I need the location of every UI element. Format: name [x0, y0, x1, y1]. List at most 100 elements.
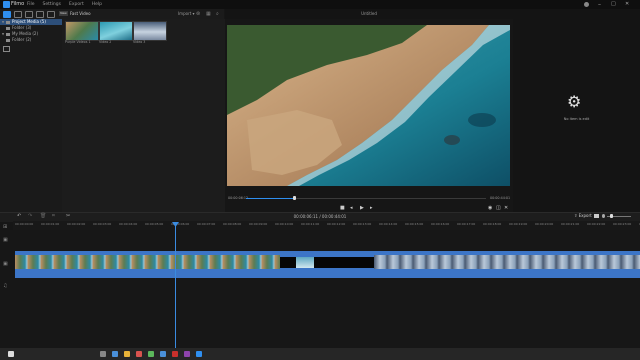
effects-tab-icon[interactable]	[36, 11, 44, 18]
ruler-tick-label: 00:00:07:00	[197, 222, 216, 226]
ruler-tick-label: 00:00:00:00	[15, 222, 34, 226]
media-tab-icon[interactable]	[3, 11, 11, 18]
filter-icon[interactable]: ⊜	[196, 11, 200, 17]
preview-progress-fill	[246, 198, 294, 199]
import-dropdown[interactable]: Import ▾	[178, 10, 195, 18]
menu-export[interactable]: Export	[69, 0, 84, 9]
ruler-tick-label: 00:00:23:00	[613, 222, 632, 226]
taskbar-app-icon[interactable]	[136, 351, 142, 357]
menu-bar: File Settings Export Help	[27, 0, 102, 9]
ruler-tick-label: 00:00:20:00	[535, 222, 554, 226]
timeline-timecode: 00:00:06:11 / 00:00:44:01	[293, 214, 347, 219]
timeline-tracks	[0, 230, 640, 348]
video-track-icon[interactable]: ▣	[3, 237, 8, 243]
search-icon[interactable]: ⌕	[216, 11, 219, 17]
audio-track-icon[interactable]: ♫	[3, 283, 7, 289]
next-frame-icon[interactable]: ▸	[370, 205, 373, 211]
ruler-tick-label: 00:00:11:00	[301, 222, 320, 226]
grid-view-icon[interactable]: ▦	[206, 11, 211, 17]
ruler-tick-label: 00:00:14:00	[379, 222, 398, 226]
total-time: 00:00:44:01	[490, 196, 511, 200]
close-button[interactable]: ✕	[625, 0, 629, 9]
track-settings-icon[interactable]: ⊞	[3, 224, 7, 230]
aerial-coast-frame	[227, 25, 510, 186]
ruler-tick-label: 00:00:03:00	[93, 222, 112, 226]
snapshot-icon[interactable]: ◫	[496, 205, 501, 211]
sidebar-item-label: Folder (3)	[12, 25, 32, 30]
audio-tab-icon[interactable]	[14, 11, 22, 18]
playhead[interactable]	[175, 224, 176, 348]
prev-frame-icon[interactable]: ◂	[350, 205, 353, 211]
no-item-message: No item is edit	[563, 117, 590, 121]
clip-2-thumb	[296, 257, 314, 268]
play-icon[interactable]: ▶	[360, 205, 364, 211]
menu-file[interactable]: File	[27, 0, 35, 9]
ruler-tick-label: 00:00:08:00	[223, 222, 242, 226]
import-label: Import	[178, 11, 192, 16]
zoom-out-icon[interactable]	[602, 214, 605, 218]
ruler-tick-label: 00:00:13:00	[353, 222, 372, 226]
taskbar-app-icon[interactable]	[100, 351, 106, 357]
new-badge: New	[59, 11, 68, 16]
maximize-button[interactable]: □	[611, 0, 616, 9]
clip-3-filmstrip[interactable]	[374, 255, 640, 269]
sidebar-item-folder-2[interactable]: Folder (2)	[0, 37, 62, 43]
clip-2-black[interactable]	[280, 257, 374, 268]
ruler-tick-label: 00:00:19:00	[509, 222, 528, 226]
ruler-tick-label: 00:00:12:00	[327, 222, 346, 226]
export-button[interactable]: ⇪ Export	[574, 213, 592, 218]
volume-icon[interactable]: ◉	[488, 205, 492, 211]
ruler-tick-label: 00:00:04:00	[119, 222, 138, 226]
media-thumb-2[interactable]	[99, 21, 133, 41]
folder-icon	[6, 20, 10, 24]
zoom-slider-knob[interactable]	[610, 214, 613, 218]
fast-video-label[interactable]: Fast Video	[70, 10, 91, 18]
main-track-icon[interactable]: ▣	[3, 261, 8, 267]
app-logo-icon	[3, 1, 10, 8]
taskbar-app-icon[interactable]	[196, 351, 202, 357]
menu-help[interactable]: Help	[92, 0, 102, 9]
fullscreen-icon[interactable]: ✕	[504, 205, 508, 211]
app-name: Filmo	[11, 1, 25, 7]
sidebar-item-label: Folder (2)	[12, 37, 32, 42]
add-folder-icon[interactable]	[3, 46, 10, 52]
video-preview[interactable]	[227, 25, 510, 186]
folder-icon	[6, 26, 10, 30]
folder-icon	[6, 38, 10, 42]
ruler-tick-label: 00:00:22:00	[587, 222, 606, 226]
user-avatar-icon[interactable]	[584, 2, 589, 7]
sidebar-item-label: Project Media (5)	[12, 19, 46, 24]
taskbar-app-icon[interactable]	[112, 351, 118, 357]
ruler-tick-label: 00:00:17:00	[457, 222, 476, 226]
media-thumb-1[interactable]	[65, 21, 99, 41]
ruler-tick-label: 00:00:21:00	[561, 222, 580, 226]
export-label: Export	[578, 213, 592, 218]
minimize-button[interactable]: –	[598, 0, 601, 9]
media-library	[62, 19, 225, 212]
ruler-tick-label: 00:00:18:00	[483, 222, 502, 226]
media-thumb-label: Video 3	[133, 40, 146, 44]
taskbar-app-icon[interactable]	[148, 351, 154, 357]
taskbar-app-icon[interactable]	[124, 351, 130, 357]
preview-progress-knob[interactable]	[293, 196, 296, 200]
ruler-tick-label: 00:00:05:00	[145, 222, 164, 226]
clip-1-filmstrip[interactable]	[15, 255, 280, 269]
menu-settings[interactable]: Settings	[43, 0, 61, 9]
media-thumb-label: Video 2	[99, 40, 112, 44]
ruler-tick-label: 00:00:01:00	[41, 222, 60, 226]
transitions-tab-icon[interactable]	[47, 11, 55, 18]
screen-icon[interactable]	[594, 214, 599, 218]
stop-icon[interactable]: ■	[340, 205, 345, 211]
taskbar-app-icon[interactable]	[184, 351, 190, 357]
gear-icon: ⚙	[567, 92, 582, 111]
text-tab-icon[interactable]	[25, 11, 33, 18]
media-thumb-3[interactable]	[133, 21, 167, 41]
ruler-tick-label: 00:00:15:00	[405, 222, 424, 226]
folder-icon	[6, 32, 10, 36]
taskbar-app-icon[interactable]	[8, 351, 14, 357]
sidebar-item-label: My Media (2)	[12, 31, 39, 36]
taskbar-app-icon[interactable]	[172, 351, 178, 357]
taskbar-app-icon[interactable]	[160, 351, 166, 357]
os-taskbar	[0, 348, 640, 360]
project-title: Untitled	[225, 9, 513, 19]
